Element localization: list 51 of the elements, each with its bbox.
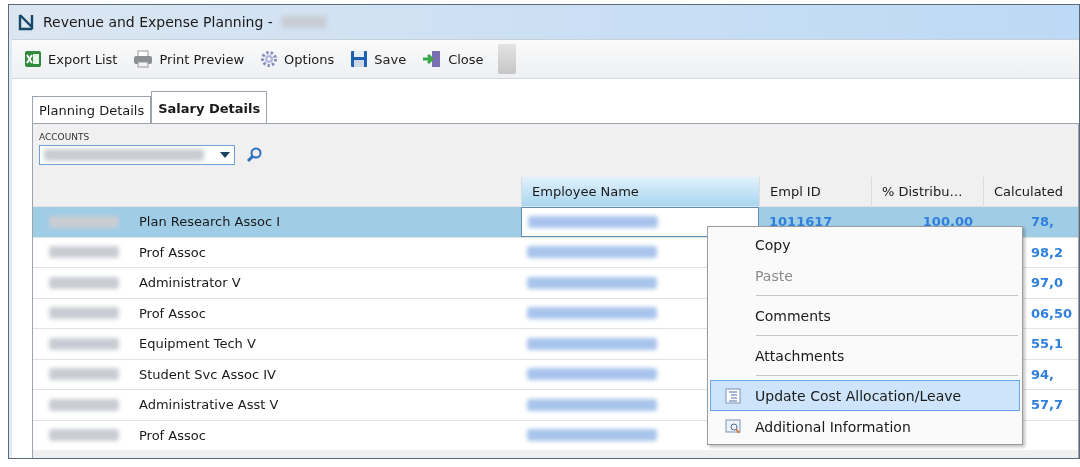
table-cell: Prof Assoc bbox=[139, 427, 206, 443]
spreadsheet-icon bbox=[24, 50, 42, 68]
save-icon bbox=[350, 50, 369, 68]
app-logo-icon bbox=[17, 13, 35, 31]
table-cell: 06,50 bbox=[1031, 305, 1073, 321]
redacted-text bbox=[280, 16, 327, 28]
redacted-text bbox=[49, 307, 119, 320]
table-cell: Plan Research Assoc I bbox=[139, 214, 281, 230]
toolbar-overflow-button[interactable] bbox=[497, 44, 516, 74]
redacted-text bbox=[49, 246, 119, 259]
toolbar-button[interactable]: Options bbox=[254, 47, 341, 71]
redacted-text bbox=[49, 429, 119, 442]
dropdown-caret-icon bbox=[220, 152, 230, 158]
table-cell: 94, bbox=[1031, 366, 1055, 382]
menu-item[interactable]: Comments bbox=[710, 300, 1020, 331]
table-cell: 55,1 bbox=[1031, 336, 1064, 352]
table-cell: 57,7 bbox=[1031, 397, 1064, 413]
magnifier-window-icon bbox=[725, 418, 741, 435]
tab[interactable]: Salary Details bbox=[151, 91, 268, 123]
list-icon bbox=[725, 387, 741, 404]
redacted-text bbox=[49, 368, 119, 381]
table-cell: Administrator V bbox=[139, 275, 241, 291]
door-arrow-icon bbox=[422, 50, 443, 68]
table-cell: 78, bbox=[1031, 214, 1055, 230]
tab[interactable]: Planning Details bbox=[32, 96, 152, 123]
field-label: ACCOUNTS bbox=[39, 132, 90, 142]
table-cell: 1011617 bbox=[769, 214, 833, 230]
table-cell: 97,0 bbox=[1031, 275, 1064, 291]
table-cell: 100.00 bbox=[922, 214, 973, 230]
window-title: Revenue and Expense Planning - bbox=[43, 14, 273, 30]
redacted-text bbox=[49, 337, 119, 350]
table-cell: Equipment Tech V bbox=[139, 336, 256, 352]
table-cell: 98,2 bbox=[1031, 244, 1064, 260]
table-cell: Administrative Asst V bbox=[139, 397, 279, 413]
accounts-dropdown[interactable] bbox=[39, 145, 235, 165]
redacted-text bbox=[49, 398, 119, 411]
table-cell: Prof Assoc bbox=[139, 244, 206, 260]
printer-icon bbox=[133, 50, 154, 68]
table-cell: Prof Assoc bbox=[139, 305, 206, 321]
close-button[interactable]: Close bbox=[416, 47, 490, 71]
toolbar-button[interactable]: Export List bbox=[18, 47, 124, 71]
search-icon[interactable] bbox=[245, 146, 263, 164]
redacted-text bbox=[49, 276, 119, 289]
table-cell: Student Svc Assoc IV bbox=[139, 366, 276, 382]
redacted-text bbox=[49, 215, 119, 228]
gear-icon bbox=[260, 50, 279, 68]
column-header[interactable]: Employee Name bbox=[521, 177, 759, 206]
table-row[interactable]: Plan Research Assoc I 1011617 100.00 78, bbox=[33, 206, 1078, 237]
toolbar-button[interactable]: Print Preview bbox=[127, 47, 251, 71]
menu-item[interactable]: Update Cost Allocation/Leave bbox=[710, 380, 1020, 411]
toolbar-button[interactable]: Save bbox=[344, 47, 413, 71]
